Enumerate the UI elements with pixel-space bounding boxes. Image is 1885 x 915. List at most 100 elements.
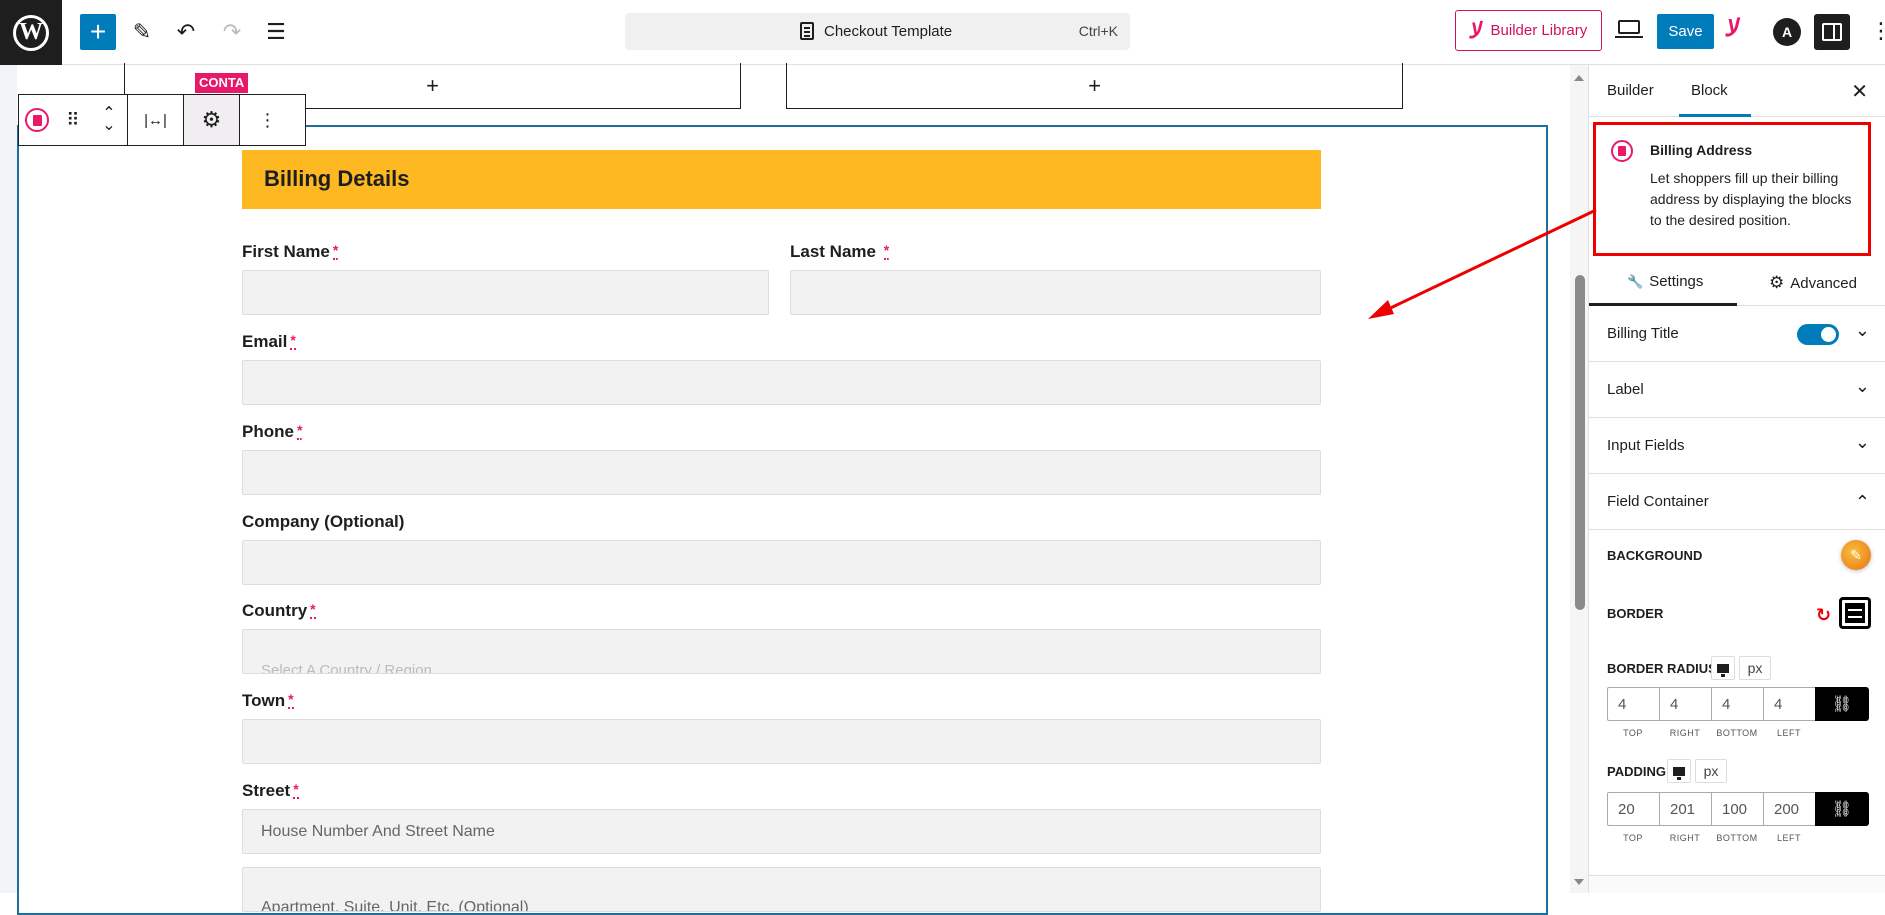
accordion-input-fields[interactable]: Input Fields ⌄ — [1589, 418, 1885, 474]
block-info-description: Let shoppers fill up their billing addre… — [1650, 170, 1852, 228]
options-menu-icon[interactable]: ⋮ — [1870, 18, 1885, 44]
container-label-tag[interactable]: CONTA — [195, 73, 249, 93]
edit-tools-icon[interactable]: ✎ — [124, 14, 160, 50]
padding-label: PADDING — [1607, 764, 1666, 779]
border-radius-side-labels: TOP RIGHT BOTTOM LEFT — [1623, 728, 1801, 738]
add-block-button[interactable]: + — [80, 14, 116, 50]
keyboard-shortcut: Ctrl+K — [1078, 23, 1118, 39]
move-down-icon[interactable]: ⌄ — [102, 118, 115, 134]
close-sidebar-icon[interactable]: ✕ — [1851, 79, 1868, 104]
accordion-field-container[interactable]: Field Container ⌃ — [1589, 474, 1885, 530]
sidebar-tabs: Builder Block ✕ — [1589, 65, 1885, 117]
billing-details-title: Billing Details — [264, 166, 410, 191]
first-name-label: First Name * — [242, 242, 339, 261]
list-view-icon[interactable]: ☰ — [258, 14, 294, 50]
border-settings-icon[interactable] — [1839, 597, 1871, 629]
accordion-label-text: Field Container — [1607, 493, 1709, 510]
settings-sidebar-toggle-icon[interactable] — [1814, 14, 1850, 50]
save-button[interactable]: Save — [1657, 14, 1714, 49]
settings-subtabs: 🔧 Settings ⚙ Advanced — [1589, 258, 1885, 306]
unlink-values-icon[interactable]: ⛓ — [1815, 687, 1869, 721]
town-label: Town * — [242, 691, 294, 710]
phone-input[interactable] — [242, 450, 1321, 495]
tab-builder[interactable]: Builder — [1607, 82, 1654, 99]
document-title: Checkout Template — [824, 22, 953, 40]
padding-right-input[interactable]: 201 — [1659, 792, 1711, 826]
border-radius-label: BORDER RADIUS — [1607, 661, 1717, 676]
wowcart-plugin-icon[interactable]: ﻻ — [1724, 14, 1741, 43]
apartment-placeholder: Apartment, Suite, Unit, Etc. (Optional) — [261, 899, 529, 912]
responsive-desktop-icon[interactable] — [1711, 656, 1735, 680]
border-radius-left-input[interactable]: 4 — [1763, 687, 1815, 721]
canvas-scrollbar[interactable] — [1570, 65, 1588, 893]
editor-canvas: + + CONTA ⠿ ⌃ ⌄ |↔| ⚙ ⋮ Billing Details … — [0, 63, 1570, 915]
block-toolbar: ⠿ ⌃ ⌄ |↔| ⚙ ⋮ — [18, 94, 306, 146]
border-radius-right-input[interactable]: 4 — [1659, 687, 1711, 721]
accordion-label[interactable]: Label ⌄ — [1589, 362, 1885, 418]
device-preview-icon[interactable] — [1615, 20, 1643, 38]
padding-bottom-input[interactable]: 100 — [1711, 792, 1763, 826]
tab-advanced[interactable]: ⚙ Advanced — [1769, 273, 1857, 293]
command-palette-button[interactable]: Checkout Template Ctrl+K — [625, 13, 1130, 50]
column-add-block-2[interactable]: + — [786, 63, 1403, 109]
billing-details-header: Billing Details — [242, 150, 1321, 209]
street-address-2-input[interactable]: Apartment, Suite, Unit, Etc. (Optional) — [242, 867, 1321, 912]
padding-left-input[interactable]: 200 — [1763, 792, 1815, 826]
company-input[interactable] — [242, 540, 1321, 585]
town-input[interactable] — [242, 719, 1321, 764]
accordion-billing-title[interactable]: Billing Title ⌄ — [1589, 306, 1885, 362]
accordion-label-text: Input Fields — [1607, 437, 1685, 454]
border-radius-inputs: 4 4 4 4 ⛓ — [1607, 687, 1869, 721]
border-radius-bottom-input[interactable]: 4 — [1711, 687, 1763, 721]
unlink-values-icon[interactable]: ⛓ — [1815, 792, 1869, 826]
chevron-down-icon[interactable]: ⌄ — [1855, 320, 1870, 341]
background-label: BACKGROUND — [1607, 548, 1703, 563]
street-address-input[interactable]: House Number And Street Name — [242, 809, 1321, 854]
email-input[interactable] — [242, 360, 1321, 405]
billing-block-icon — [25, 108, 49, 132]
border-radius-unit-select[interactable]: px — [1739, 656, 1771, 680]
active-tab-indicator — [1679, 114, 1751, 117]
block-more-options-icon[interactable]: ⋮ — [240, 95, 295, 145]
settings-sidebar: Builder Block ✕ Billing Address Let shop… — [1588, 65, 1885, 893]
responsive-desktop-icon[interactable] — [1667, 759, 1691, 783]
chevron-up-icon[interactable]: ⌃ — [1855, 492, 1870, 513]
border-label: BORDER — [1607, 606, 1664, 621]
country-label: Country * — [242, 601, 316, 620]
builder-library-label: Builder Library — [1490, 22, 1588, 39]
background-color-picker[interactable]: ✎ — [1841, 540, 1871, 570]
redo-icon[interactable]: ↷ — [214, 14, 250, 50]
undo-icon[interactable]: ↶ — [168, 14, 204, 50]
block-type-button[interactable] — [19, 95, 55, 145]
chevron-down-icon[interactable]: ⌄ — [1855, 432, 1870, 453]
sidebar-footer — [1589, 875, 1885, 893]
padding-unit-select[interactable]: px — [1695, 759, 1727, 783]
chevron-down-icon[interactable]: ⌄ — [1855, 376, 1870, 397]
drag-handle-icon[interactable]: ⠿ — [55, 95, 91, 145]
scroll-down-arrow-icon[interactable] — [1574, 879, 1584, 885]
block-info-title: Billing Address — [1650, 142, 1753, 158]
astra-icon[interactable]: A — [1773, 18, 1801, 46]
width-icon[interactable]: |↔| — [128, 95, 183, 145]
first-name-input[interactable] — [242, 270, 769, 315]
country-select[interactable]: Select A Country / Region — [242, 629, 1321, 674]
wrench-icon: 🔧 — [1627, 273, 1644, 289]
accordion-label-text: Label — [1607, 381, 1644, 398]
street-placeholder: House Number And Street Name — [261, 822, 495, 840]
tab-block[interactable]: Block — [1691, 82, 1728, 99]
billing-title-toggle[interactable] — [1797, 324, 1839, 345]
plus-icon: + — [426, 72, 439, 98]
tab-settings[interactable]: 🔧 Settings — [1627, 273, 1703, 290]
wordpress-logo-button[interactable]: W — [0, 0, 62, 65]
builder-library-button[interactable]: ﻻ Builder Library — [1455, 10, 1602, 51]
border-radius-top-input[interactable]: 4 — [1607, 687, 1659, 721]
scrollbar-thumb[interactable] — [1575, 275, 1585, 610]
scroll-up-arrow-icon[interactable] — [1574, 75, 1584, 81]
phone-label: Phone * — [242, 422, 303, 441]
billing-address-icon — [1611, 140, 1633, 162]
wowcart-logo-icon: ﻻ — [1468, 17, 1483, 43]
reset-icon[interactable]: ↻ — [1816, 605, 1831, 626]
block-settings-gear-icon[interactable]: ⚙ — [184, 95, 239, 145]
padding-top-input[interactable]: 20 — [1607, 792, 1659, 826]
last-name-input[interactable] — [790, 270, 1321, 315]
